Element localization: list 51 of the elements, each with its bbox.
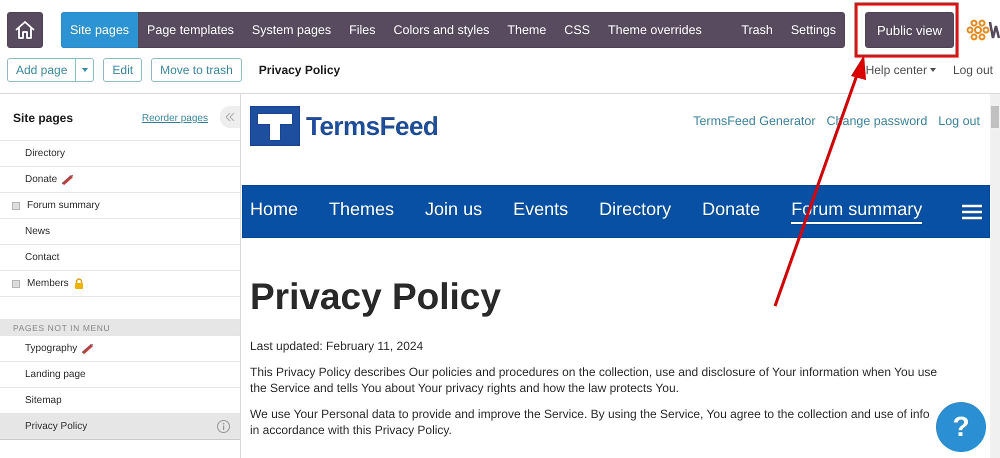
move-to-trash-button[interactable]: Move to trash [151,58,242,82]
menu-item[interactable]: Home [250,199,298,224]
page-heading: Privacy Policy [250,276,502,318]
menu-item[interactable]: Donate [702,199,760,224]
page-title: Privacy Policy [258,63,340,77]
site-link[interactable]: Log out [938,114,980,185]
log-out-link[interactable]: Log out [952,63,993,77]
scrollbar[interactable] [990,94,1000,458]
paragraph: This Privacy Policy describes Our policies and procedures on the collection, use and disclosure of Your information when You use the Service and tells You about Your privacy rights and how the law protects You. [250,364,938,396]
menu-button[interactable] [962,204,982,220]
logo-icon [250,106,300,146]
logo-text: TermsFeed [306,110,438,142]
info-icon[interactable] [217,420,230,433]
nav-tab[interactable]: Trash [732,12,782,48]
nav-tab[interactable]: Theme [498,12,556,48]
nav-tab[interactable]: Settings [782,12,845,48]
sidebar-title: Site pages [13,111,74,125]
menu-item[interactable]: Events [513,199,568,224]
menu-item[interactable]: Join us [425,199,482,224]
nav-tab[interactable]: System pages [242,12,340,48]
menu-item[interactable]: Directory [599,199,672,224]
menu-item[interactable]: Themes [329,199,394,224]
site-link[interactable]: TermsFeed Generator [693,114,816,185]
menu-icon [962,204,982,220]
crossed-pencil-icon [61,174,74,185]
add-page-button[interactable]: Add page [7,58,76,82]
paragraph: Last updated: February 11, 2024 [250,338,424,354]
caret-icon [82,68,88,72]
section-header: PAGES NOT IN MENU [0,319,240,336]
edit-button[interactable]: Edit [103,58,142,82]
home-button[interactable] [7,12,43,48]
sidebar-item[interactable]: Privacy Policy [0,414,240,440]
public-view-button[interactable]: Public view [865,12,954,48]
caret-icon [930,68,936,72]
expand-icon[interactable] [12,202,20,210]
collapse-button[interactable] [220,106,240,128]
dropdown-button[interactable] [76,58,94,82]
nav-tab[interactable]: CSS [555,12,599,48]
crossed-pencil-icon [81,343,94,354]
lock-icon [74,278,84,289]
expand-icon[interactable] [12,280,20,288]
nav-tab[interactable]: Colors and styles [384,12,498,48]
reorder-pages-link[interactable]: Reorder pages [142,112,208,124]
nav-tab[interactable]: Page templates [138,12,243,48]
nav-tab[interactable]: Files [340,12,385,48]
help-center-link[interactable]: Help center [866,63,936,77]
help-button[interactable]: ? [936,402,986,452]
paragraph: We use Your Personal data to provide and improve the Service. By using the Service, You agree to the collection and use of info in accordance with this Privacy Policy. [250,406,930,438]
nav-tab[interactable]: Theme overrides [599,12,711,48]
double-chevron-icon [226,113,234,121]
home-icon [14,19,36,41]
